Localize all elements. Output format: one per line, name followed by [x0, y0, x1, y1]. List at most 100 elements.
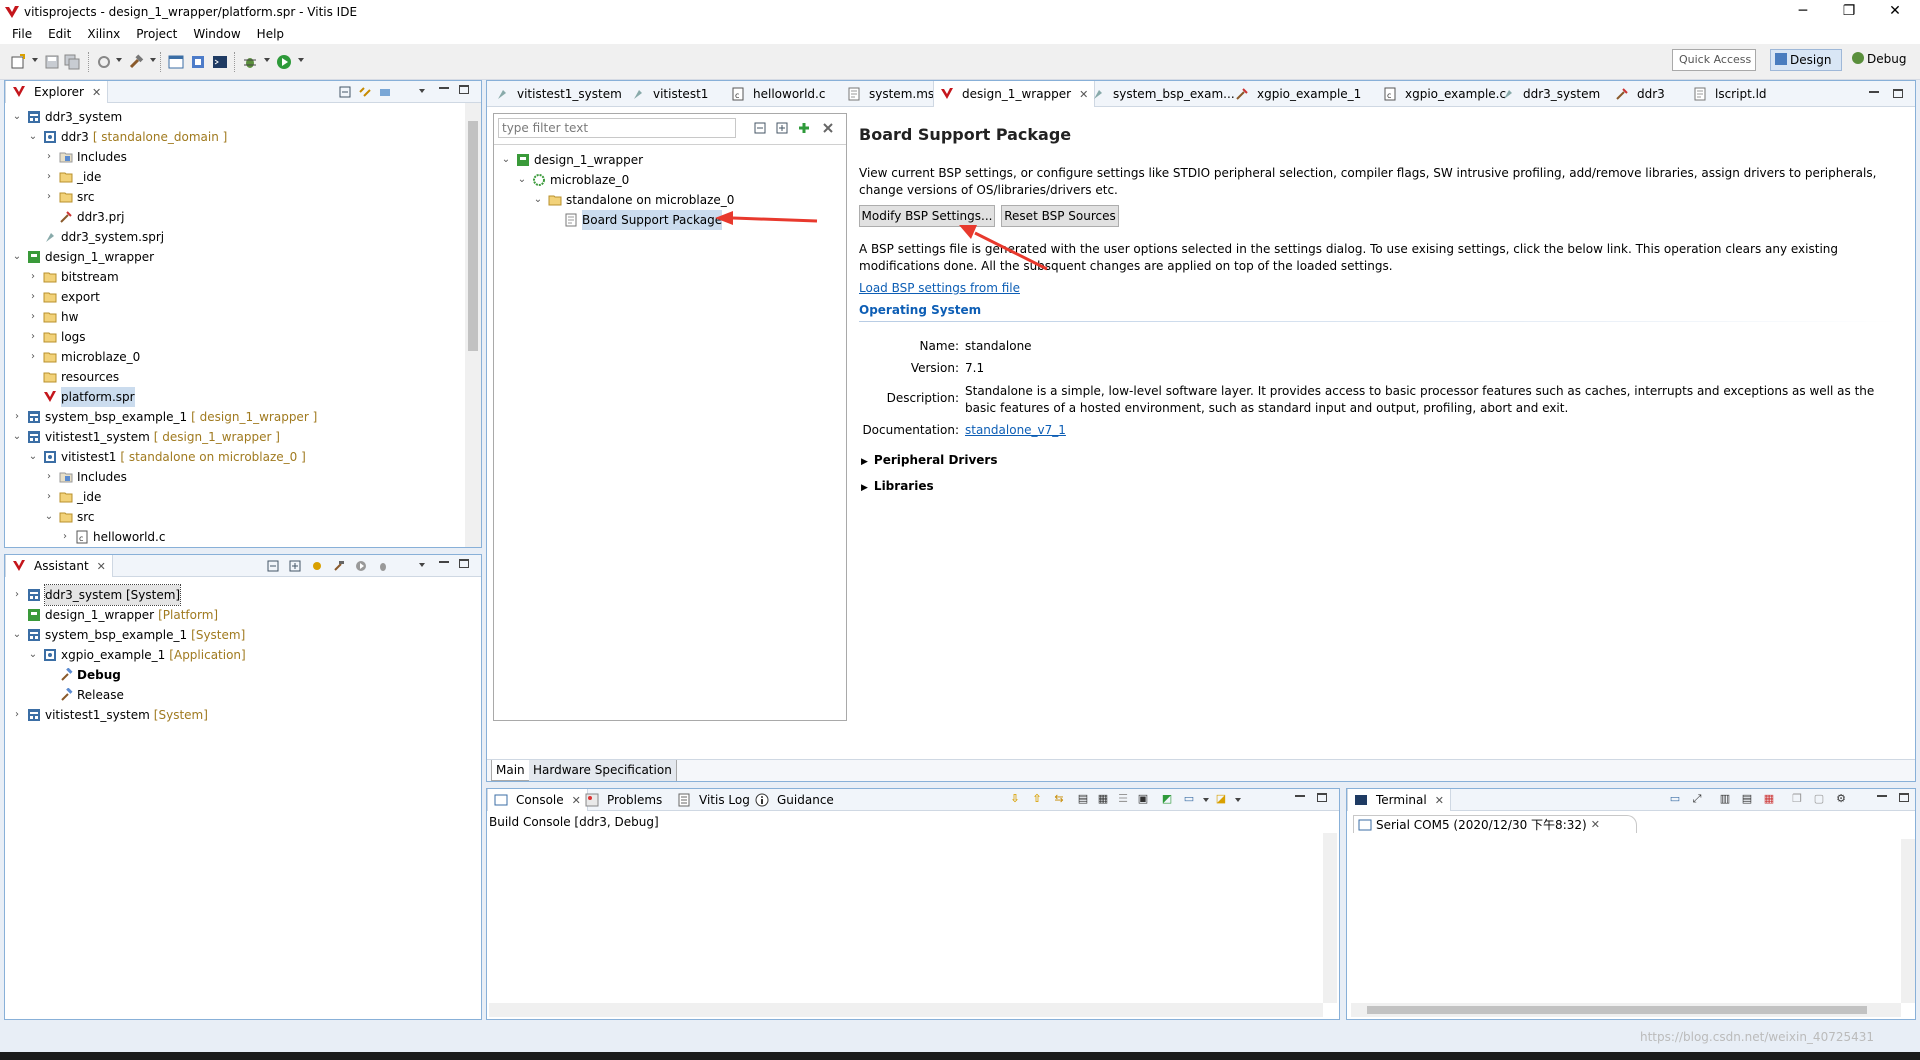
menu-edit[interactable]: Edit — [40, 27, 79, 41]
tree-item[interactable]: › Includes — [43, 467, 131, 487]
close-icon[interactable]: ✕ — [97, 556, 106, 577]
perspective-design-button[interactable]: Design — [1770, 49, 1842, 71]
open-file-dropdown-icon[interactable] — [1235, 798, 1241, 802]
menu-window[interactable]: Window — [185, 27, 248, 41]
chevron-right-icon[interactable]: › — [43, 471, 55, 483]
close-icon[interactable]: ✕ — [1591, 817, 1600, 833]
maximize-view-icon[interactable] — [459, 559, 469, 568]
tab-assistant[interactable]: Assistant ✕ — [5, 555, 113, 577]
settings-icon[interactable]: ⚙ — [1835, 793, 1847, 806]
settings-icon[interactable] — [96, 54, 112, 70]
tab-console[interactable]: Console ✕ — [487, 789, 588, 811]
terminal-session-tab[interactable]: Serial COM5 (2020/12/30 下午8:32) ✕ — [1353, 815, 1637, 833]
chevron-right-icon[interactable]: › — [43, 191, 55, 203]
console-vscroll[interactable] — [1323, 833, 1337, 1003]
run-icon[interactable] — [276, 54, 292, 70]
terminal-hscroll[interactable] — [1351, 1003, 1901, 1017]
display-selected-icon[interactable]: ▣ — [1137, 793, 1149, 806]
maximize-view-icon[interactable] — [459, 85, 469, 94]
close-icon[interactable]: ✕ — [1435, 790, 1444, 811]
tree-item[interactable]: resources — [27, 367, 123, 387]
hammer-icon[interactable] — [333, 560, 345, 572]
open-console-icon[interactable]: ◩ — [1161, 793, 1173, 806]
minimize-view-icon[interactable] — [1877, 795, 1887, 797]
debug-dropdown-icon[interactable] — [264, 58, 270, 62]
chevron-right-icon[interactable]: › — [59, 531, 71, 543]
tree-item[interactable]: › microblaze_0 — [27, 347, 144, 367]
collapse-all-icon[interactable] — [339, 86, 351, 98]
filter-icon[interactable] — [379, 86, 391, 98]
copy-icon[interactable]: ❐ — [1791, 793, 1803, 806]
close-button[interactable]: ✕ — [1872, 0, 1918, 24]
chevron-right-icon[interactable]: › — [11, 709, 23, 721]
tree-item[interactable]: ⌄ design_1_wrapper — [11, 247, 158, 267]
maximize-view-icon[interactable] — [1317, 793, 1327, 802]
tree-item[interactable]: › export — [27, 287, 104, 307]
menu-help[interactable]: Help — [249, 27, 292, 41]
collapse-all-icon[interactable] — [267, 560, 279, 572]
chevron-right-icon[interactable]: › — [27, 331, 39, 343]
pin-icon[interactable]: ☰ — [1117, 793, 1129, 806]
chevron-right-icon[interactable]: › — [27, 271, 39, 283]
tab-explorer[interactable]: Explorer ✕ — [5, 81, 109, 103]
open-file-icon[interactable]: ◪ — [1215, 793, 1227, 806]
chevron-down-icon[interactable]: ⌄ — [11, 629, 23, 641]
chevron-down-icon[interactable]: ⌄ — [11, 431, 23, 443]
chevron-down-icon[interactable]: ⌄ — [11, 111, 23, 123]
link-with-editor-icon[interactable] — [359, 86, 371, 98]
chevron-down-icon[interactable]: ⌄ — [27, 451, 39, 463]
chevron-down-icon[interactable]: ⌄ — [43, 511, 55, 523]
tree-item[interactable]: › ddr3_system [System] — [11, 584, 184, 606]
chevron-right-icon[interactable]: › — [43, 491, 55, 503]
tree-item[interactable]: › c helloworld.c — [59, 527, 169, 547]
gear-icon[interactable] — [311, 560, 323, 572]
remove-terminal-icon[interactable]: ▦ — [1763, 793, 1775, 806]
tree-item[interactable]: › system_bsp_example_1[ design_1_wrapper … — [11, 407, 317, 427]
chevron-down-icon[interactable]: ⌄ — [27, 649, 39, 661]
view-menu-icon[interactable] — [419, 563, 425, 567]
tree-item[interactable]: Release — [43, 685, 128, 705]
tree-item[interactable]: platform.spr — [27, 387, 139, 407]
terminal-vscroll[interactable] — [1901, 839, 1915, 1003]
program-device-icon[interactable] — [190, 54, 206, 70]
clear-console-icon[interactable]: ▤ — [1077, 793, 1089, 806]
tree-item[interactable]: ⌄ system_bsp_example_1 [System] — [11, 625, 245, 645]
chevron-right-icon[interactable]: › — [11, 589, 23, 601]
run-icon[interactable] — [355, 560, 367, 572]
menu-xilinx[interactable]: Xilinx — [79, 27, 128, 41]
arrow-down-icon[interactable]: ⇩ — [1009, 793, 1021, 806]
arrow-up-icon[interactable]: ⇧ — [1031, 793, 1043, 806]
tree-item[interactable]: ddr3_system.sprj — [27, 227, 168, 247]
clear-terminal-icon[interactable]: ▤ — [1741, 793, 1753, 806]
explorer-scrollbar[interactable] — [465, 103, 481, 547]
tree-item[interactable]: ⌄ vitistest1_system[ design_1_wrapper ] — [11, 427, 280, 447]
minimize-view-icon[interactable] — [1295, 795, 1305, 797]
chevron-right-icon[interactable]: › — [27, 291, 39, 303]
tree-item[interactable]: › vitistest1_system [System] — [11, 705, 208, 725]
console-window-icon[interactable] — [168, 54, 184, 70]
tab-guidance[interactable]: Guidance — [749, 789, 840, 811]
perspective-debug-button[interactable]: Debug — [1848, 49, 1918, 71]
tree-item[interactable]: ⌄ src — [43, 507, 99, 527]
tree-item[interactable]: › hw — [27, 307, 82, 327]
save-icon[interactable] — [44, 54, 60, 70]
chevron-right-icon[interactable]: › — [11, 411, 23, 423]
close-icon[interactable]: ✕ — [92, 82, 101, 103]
tab-vitis-log[interactable]: Vitis Log — [671, 789, 756, 811]
new-icon[interactable] — [10, 54, 26, 70]
quick-access-input[interactable]: Quick Access — [1672, 49, 1756, 71]
tree-item[interactable]: ⌄ vitistest1[ standalone on microblaze_0 … — [27, 447, 306, 467]
disconnect-icon[interactable]: ⤢ — [1691, 793, 1703, 806]
minimize-view-icon[interactable] — [439, 87, 449, 89]
tree-item[interactable]: › logs — [27, 327, 90, 347]
hammer-build-icon[interactable] — [128, 54, 144, 70]
tree-item[interactable]: › src — [43, 187, 99, 207]
paste-icon[interactable]: ▢ — [1813, 793, 1825, 806]
menu-project[interactable]: Project — [128, 27, 185, 41]
chevron-down-icon[interactable]: ⌄ — [11, 251, 23, 263]
settings-dropdown-icon[interactable] — [116, 58, 122, 62]
console-hscroll[interactable] — [489, 1003, 1323, 1017]
tree-item[interactable]: › bitstream — [27, 267, 123, 287]
tree-item[interactable]: › _ide — [43, 167, 105, 187]
tree-item[interactable]: ⌄ ddr3_system — [11, 107, 126, 127]
